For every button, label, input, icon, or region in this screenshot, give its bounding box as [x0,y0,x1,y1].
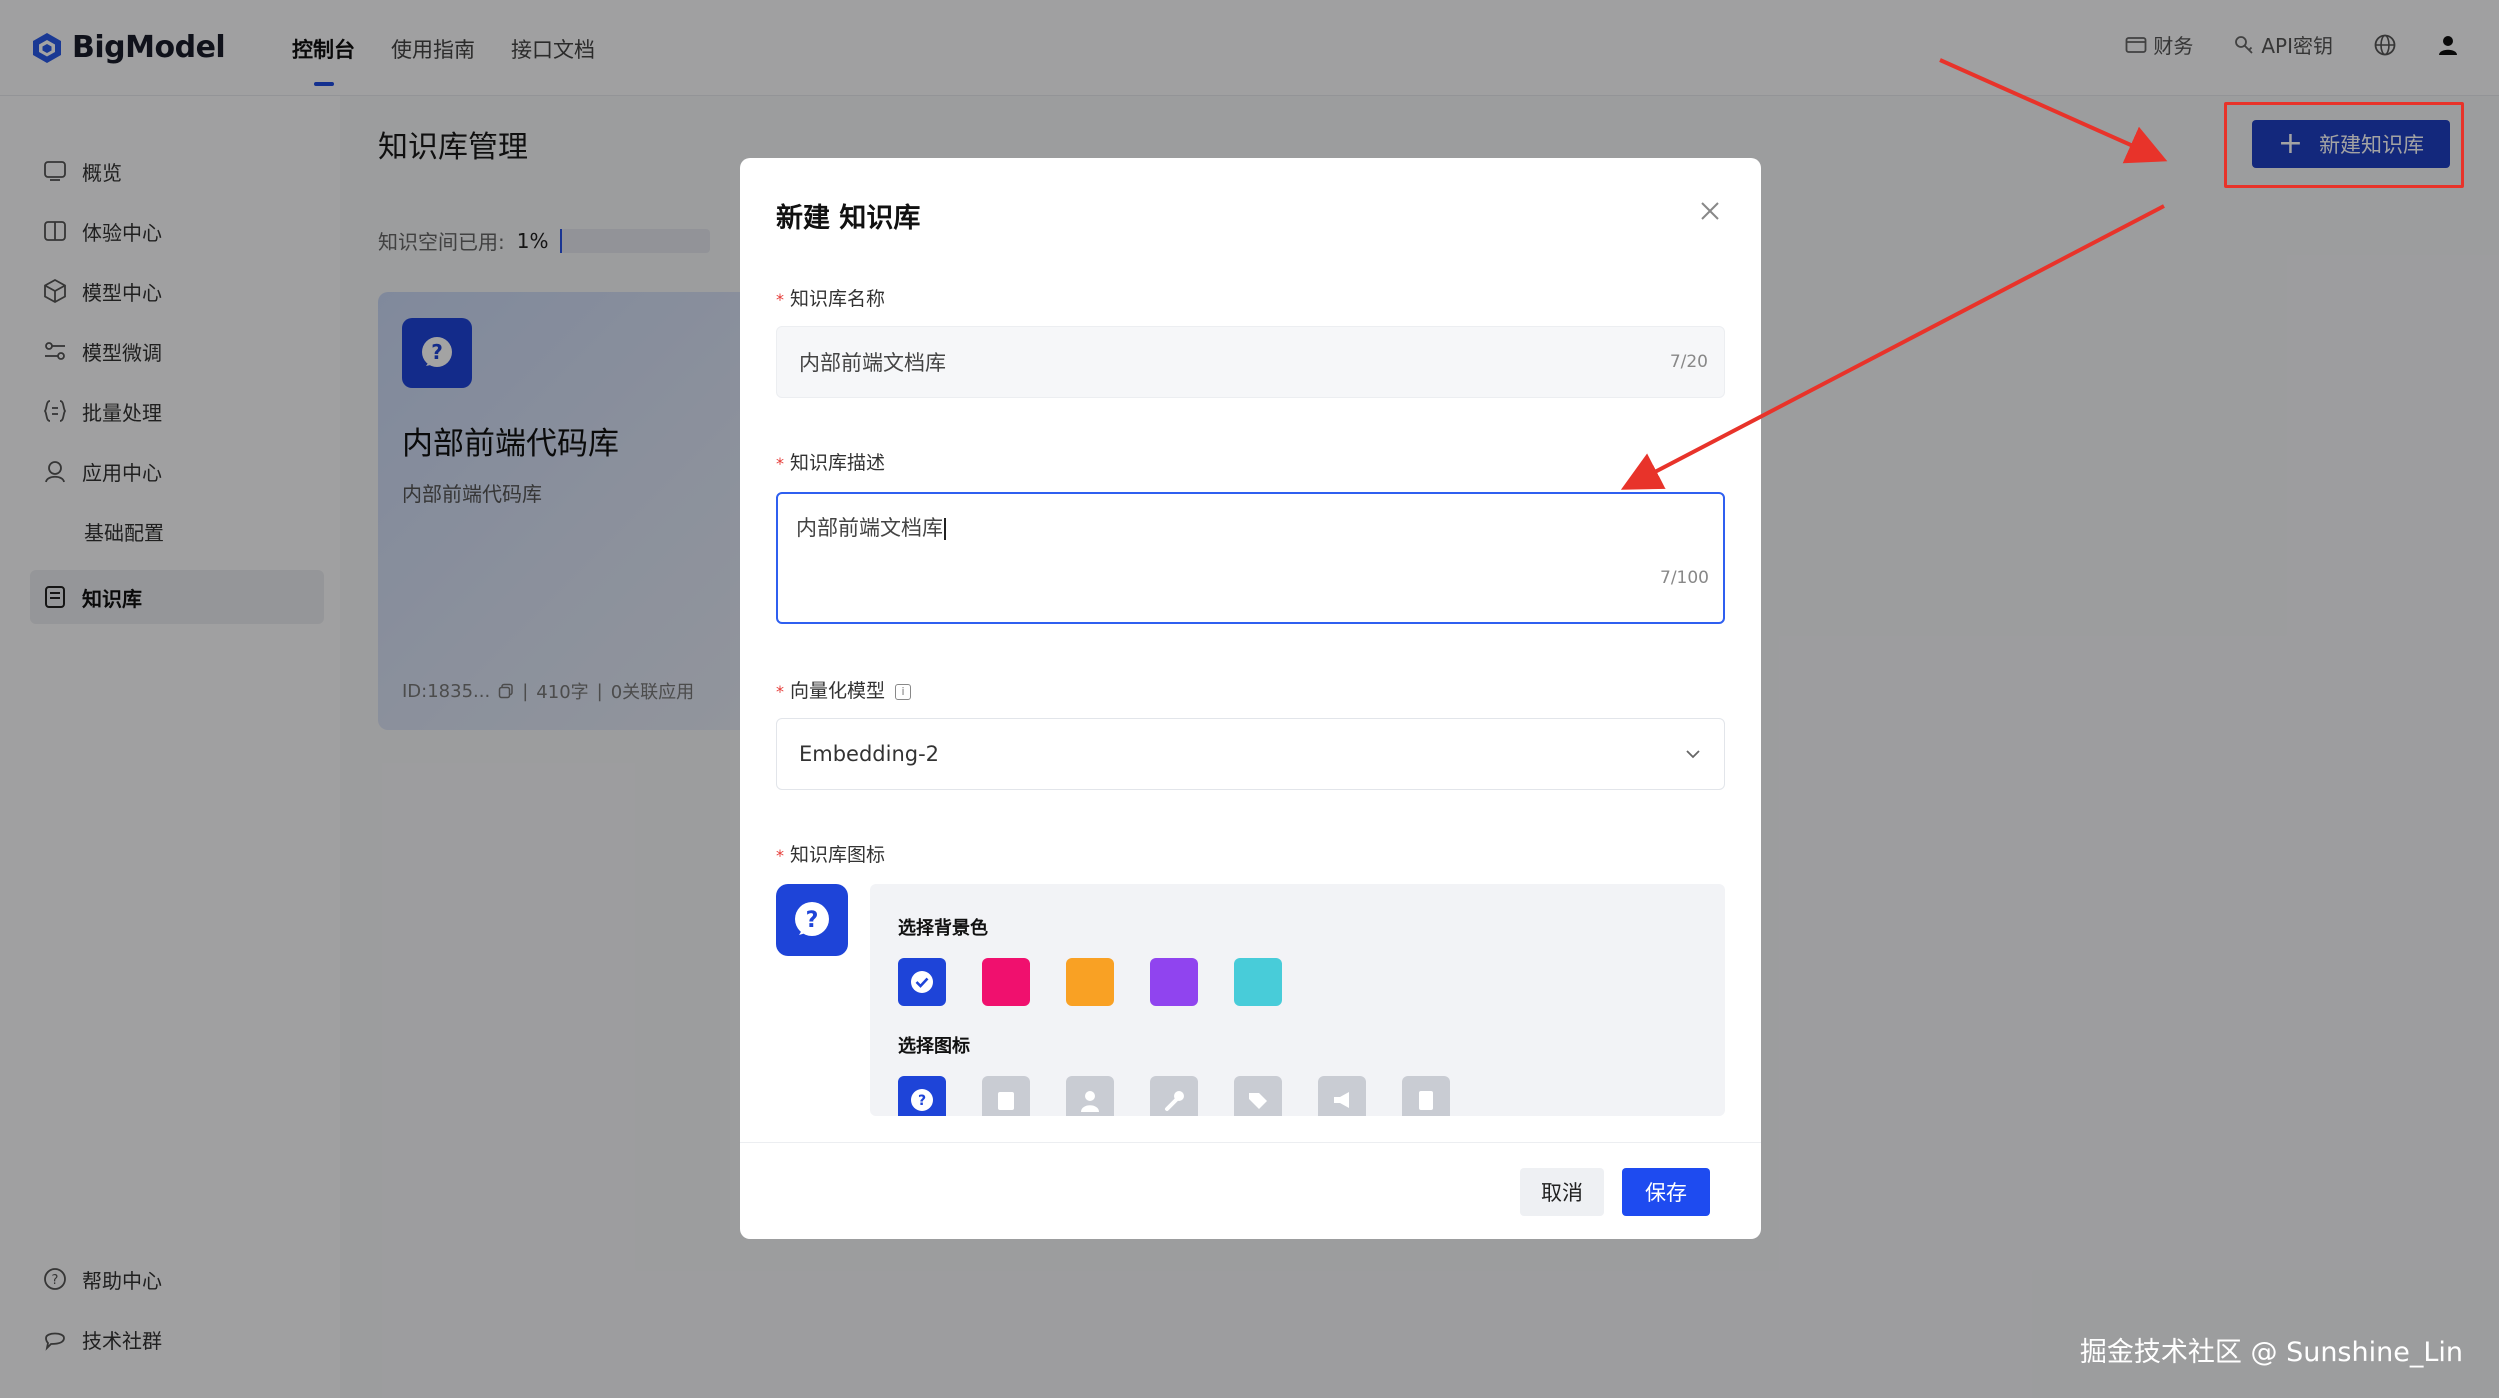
person-icon [1081,1091,1099,1112]
save-button[interactable]: 保存 [1622,1168,1710,1216]
color-swatch-pink[interactable] [982,958,1030,1006]
bg-color-label: 选择背景色 [898,918,988,939]
watermark: 掘金技术社区 @ Sunshine_Lin [2079,1337,2463,1368]
dialog-footer-divider [740,1142,1761,1143]
chevron-down-icon [1686,750,1700,759]
icon-option-book[interactable] [982,1076,1030,1116]
megaphone-icon [1334,1092,1349,1108]
model-field-label: * 向量化模型 i [776,676,912,703]
icon-option-question[interactable]: ? [898,1076,946,1116]
color-swatch-blue[interactable] [898,958,946,1006]
name-char-count: 7/20 [1669,352,1708,372]
create-knowledge-base-dialog: 新建 知识库 * 知识库名称 内部前端文档库 7/20 * 知识库描述 内部前端文档… [740,158,1761,1239]
required-mark: * [776,454,784,473]
name-field-label: * 知识库名称 [776,284,885,311]
required-mark: * [776,290,784,309]
color-swatch-orange[interactable] [1066,958,1114,1006]
icon-style-picker: 选择背景色 选择图标 ? [870,884,1725,1116]
description-textarea[interactable]: 内部前端文档库 7/100 [776,492,1725,624]
wrench-icon [1165,1091,1184,1111]
text-caret [944,518,946,540]
icon-option-person[interactable] [1066,1076,1114,1116]
check-circle-icon [911,971,933,993]
icon-choice-label: 选择图标 [898,1036,970,1057]
embedding-model-select[interactable]: Embedding-2 [776,718,1725,790]
name-label-text: 知识库名称 [790,288,886,310]
book-icon [998,1092,1014,1110]
name-input-value: 内部前端文档库 [799,351,946,375]
required-mark: * [776,846,784,865]
color-swatch-cyan[interactable] [1234,958,1282,1006]
desc-input-value: 内部前端文档库 [796,516,943,540]
name-input[interactable]: 内部前端文档库 7/20 [776,326,1725,398]
model-select-value: Embedding-2 [799,742,940,766]
icon-field-label: * 知识库图标 [776,840,885,867]
desc-field-label: * 知识库描述 [776,448,885,475]
icon-option-document[interactable] [1402,1076,1450,1116]
document-icon [1419,1091,1433,1110]
desc-label-text: 知识库描述 [790,452,886,474]
icon-option-tag[interactable] [1234,1076,1282,1116]
icon-preview: ? [776,884,848,956]
dialog-title: 新建 知识库 [776,203,921,234]
info-icon[interactable]: i [895,683,912,700]
svg-text:?: ? [806,908,819,933]
annotation-highlight-box [2224,102,2464,188]
color-swatch-purple[interactable] [1150,958,1198,1006]
icon-option-wrench[interactable] [1150,1076,1198,1116]
required-mark: * [776,682,784,701]
model-label-text: 向量化模型 [790,680,886,702]
question-bubble-icon: ? [795,902,829,936]
cancel-button[interactable]: 取消 [1520,1168,1604,1216]
question-icon: ? [911,1089,933,1111]
desc-char-count: 7/100 [1660,568,1709,588]
tag-icon [1249,1093,1267,1109]
icon-option-megaphone[interactable] [1318,1076,1366,1116]
icon-label-text: 知识库图标 [790,844,886,866]
svg-text:?: ? [918,1093,926,1109]
close-icon[interactable] [1699,200,1721,222]
